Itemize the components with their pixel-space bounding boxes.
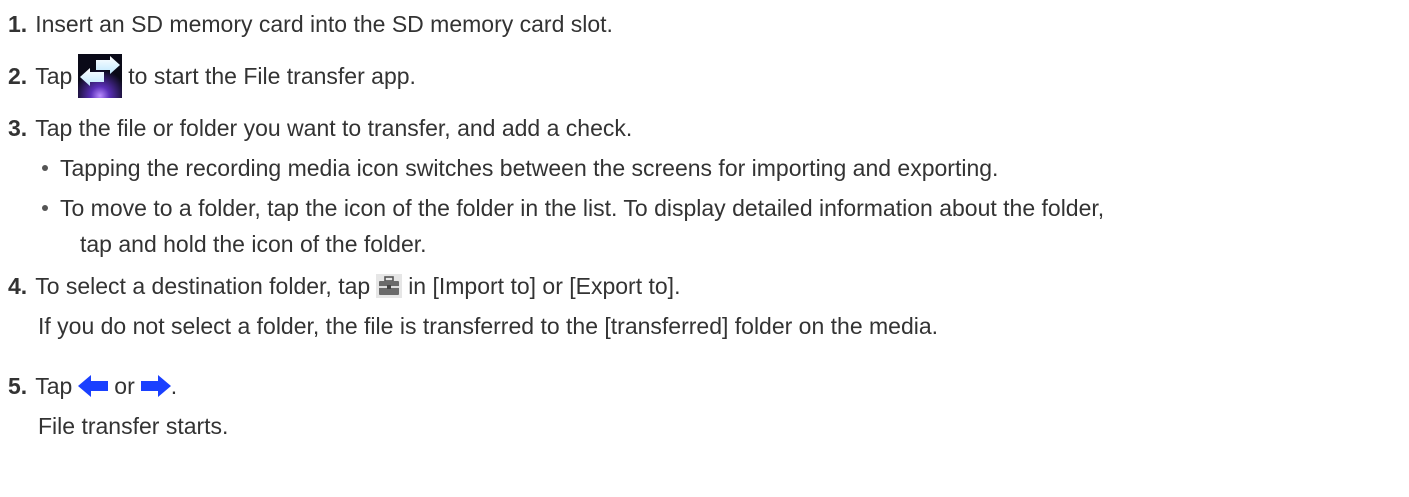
- step-4: 4. To select a destination folder, tap i…: [8, 272, 680, 300]
- bullet-text: Tapping the recording media icon switche…: [60, 155, 999, 181]
- step-5: 5. Tap or .: [8, 372, 177, 400]
- bullet-dot: [42, 164, 48, 171]
- step-text-middle: or: [114, 373, 135, 399]
- step-3-bullet-1: Tapping the recording media icon switche…: [42, 154, 998, 182]
- bullet-text: To move to a folder, tap the icon of the…: [60, 195, 1105, 221]
- step-text: Tap the file or folder you want to trans…: [35, 115, 633, 141]
- bullet-text: tap and hold the icon of the folder.: [80, 231, 427, 257]
- step-2: 2. Tap to start the File transfer app.: [8, 54, 416, 98]
- step-text-before: Tap: [35, 373, 73, 399]
- step-number: 5.: [8, 373, 28, 399]
- step-3: 3. Tap the file or folder you want to tr…: [8, 114, 632, 142]
- toolbox-icon: [376, 274, 403, 298]
- step-1: 1. Insert an SD memory card into the SD …: [8, 10, 613, 38]
- step-number: 4.: [8, 273, 28, 299]
- step-text: Insert an SD memory card into the SD mem…: [35, 11, 613, 37]
- arrow-right-icon: [140, 375, 171, 397]
- step-4-note: If you do not select a folder, the file …: [38, 313, 939, 339]
- step-text-after: .: [170, 373, 178, 399]
- step-number: 3.: [8, 115, 28, 141]
- step-text-after: in [Import to] or [Export to].: [408, 273, 681, 299]
- step-text-before: Tap: [35, 63, 73, 89]
- step-5-note: File transfer starts.: [38, 413, 229, 439]
- step-3-bullet-2: To move to a folder, tap the icon of the…: [42, 194, 1104, 222]
- arrow-left-icon: [78, 375, 109, 397]
- step-text-before: To select a destination folder, tap: [35, 273, 371, 299]
- step-number: 1.: [8, 11, 28, 37]
- step-number: 2.: [8, 63, 28, 89]
- bullet-dot: [42, 204, 48, 211]
- step-text-after: to start the File transfer app.: [128, 63, 416, 89]
- file-transfer-app-icon: [78, 54, 123, 98]
- instruction-steps: 1. Insert an SD memory card into the SD …: [0, 0, 1409, 497]
- step-3-bullet-2-continuation: tap and hold the icon of the folder.: [80, 230, 427, 258]
